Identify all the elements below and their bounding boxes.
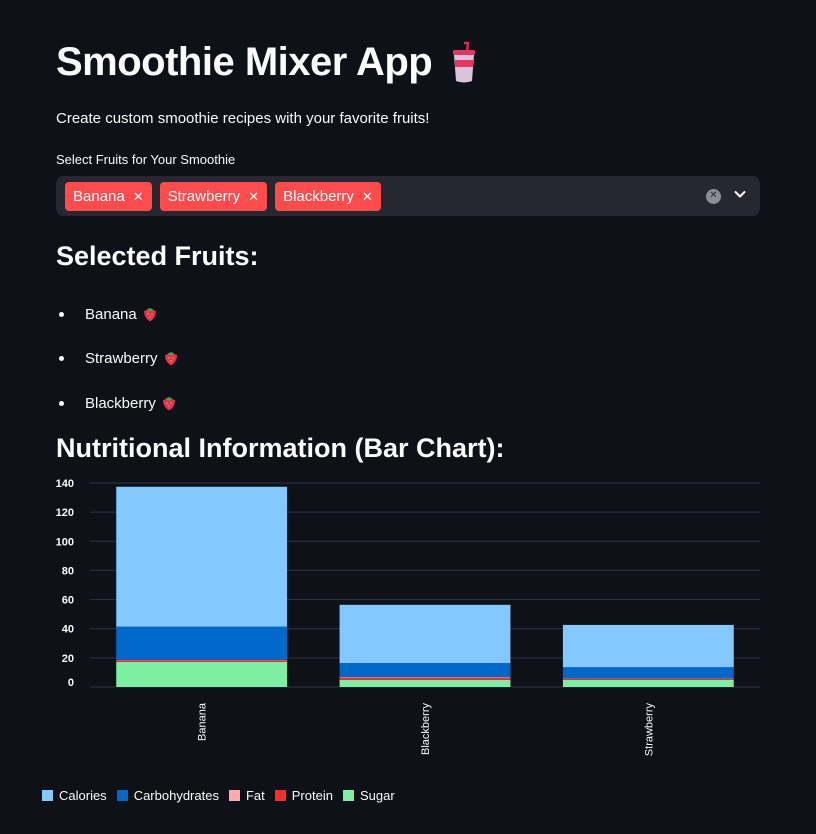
legend-item[interactable]: Protein bbox=[274, 788, 333, 803]
legend-item[interactable]: Calories bbox=[42, 788, 107, 803]
bar-segment-protein-strawberry bbox=[562, 678, 734, 680]
legend-label: Protein bbox=[291, 788, 333, 803]
bar-segment-carbohydrates-strawberry bbox=[562, 667, 734, 679]
y-tick-label: 40 bbox=[62, 624, 74, 636]
y-tick-label: 0 bbox=[68, 677, 74, 689]
chart-legend: Calories Carbohydrates Fat Protein Sugar bbox=[42, 788, 405, 803]
nutrition-bar-chart: 0 20 40 60 80 100 120 140 Banana Blackberry Strawb… bbox=[56, 478, 760, 757]
legend-swatch bbox=[342, 790, 354, 801]
legend-swatch bbox=[274, 790, 286, 801]
bar-segment-carbohydrates-banana bbox=[116, 626, 288, 660]
legend-swatch bbox=[116, 790, 128, 801]
bar-segment-protein-blackberry bbox=[339, 677, 511, 680]
y-tick-label: 100 bbox=[56, 536, 74, 548]
bar-segment-calories-blackberry bbox=[339, 604, 511, 664]
legend-swatch bbox=[228, 790, 240, 801]
y-tick-label: 60 bbox=[62, 595, 74, 607]
legend-label: Carbohydrates bbox=[133, 788, 219, 803]
y-tick-label: 20 bbox=[62, 653, 74, 665]
y-tick-label: 80 bbox=[62, 565, 74, 577]
legend-item[interactable]: Carbohydrates bbox=[116, 788, 219, 803]
bar-segment-sugar-banana bbox=[116, 661, 288, 687]
x-tick-label: Banana bbox=[197, 702, 209, 741]
x-tick-label: Blackberry bbox=[420, 703, 432, 755]
bar-segment-carbohydrates-blackberry bbox=[339, 663, 511, 678]
bar-segment-fat-blackberry bbox=[339, 677, 511, 678]
bar-segment-sugar-blackberry bbox=[339, 679, 511, 687]
legend-label: Fat bbox=[245, 788, 265, 803]
bar-segment-calories-banana bbox=[116, 486, 288, 627]
legend-item[interactable]: Fat bbox=[228, 788, 265, 803]
bar-segment-protein-banana bbox=[116, 660, 288, 662]
bar-segment-calories-strawberry bbox=[562, 624, 734, 668]
legend-label: Sugar bbox=[359, 788, 395, 803]
y-tick-label: 120 bbox=[56, 507, 74, 519]
y-tick-label: 140 bbox=[56, 478, 74, 490]
x-tick-label: Strawberry bbox=[643, 703, 655, 757]
legend-item[interactable]: Sugar bbox=[342, 788, 395, 803]
bar-segment-sugar-strawberry bbox=[562, 679, 734, 687]
legend-label: Calories bbox=[59, 788, 107, 803]
legend-swatch bbox=[42, 790, 53, 801]
